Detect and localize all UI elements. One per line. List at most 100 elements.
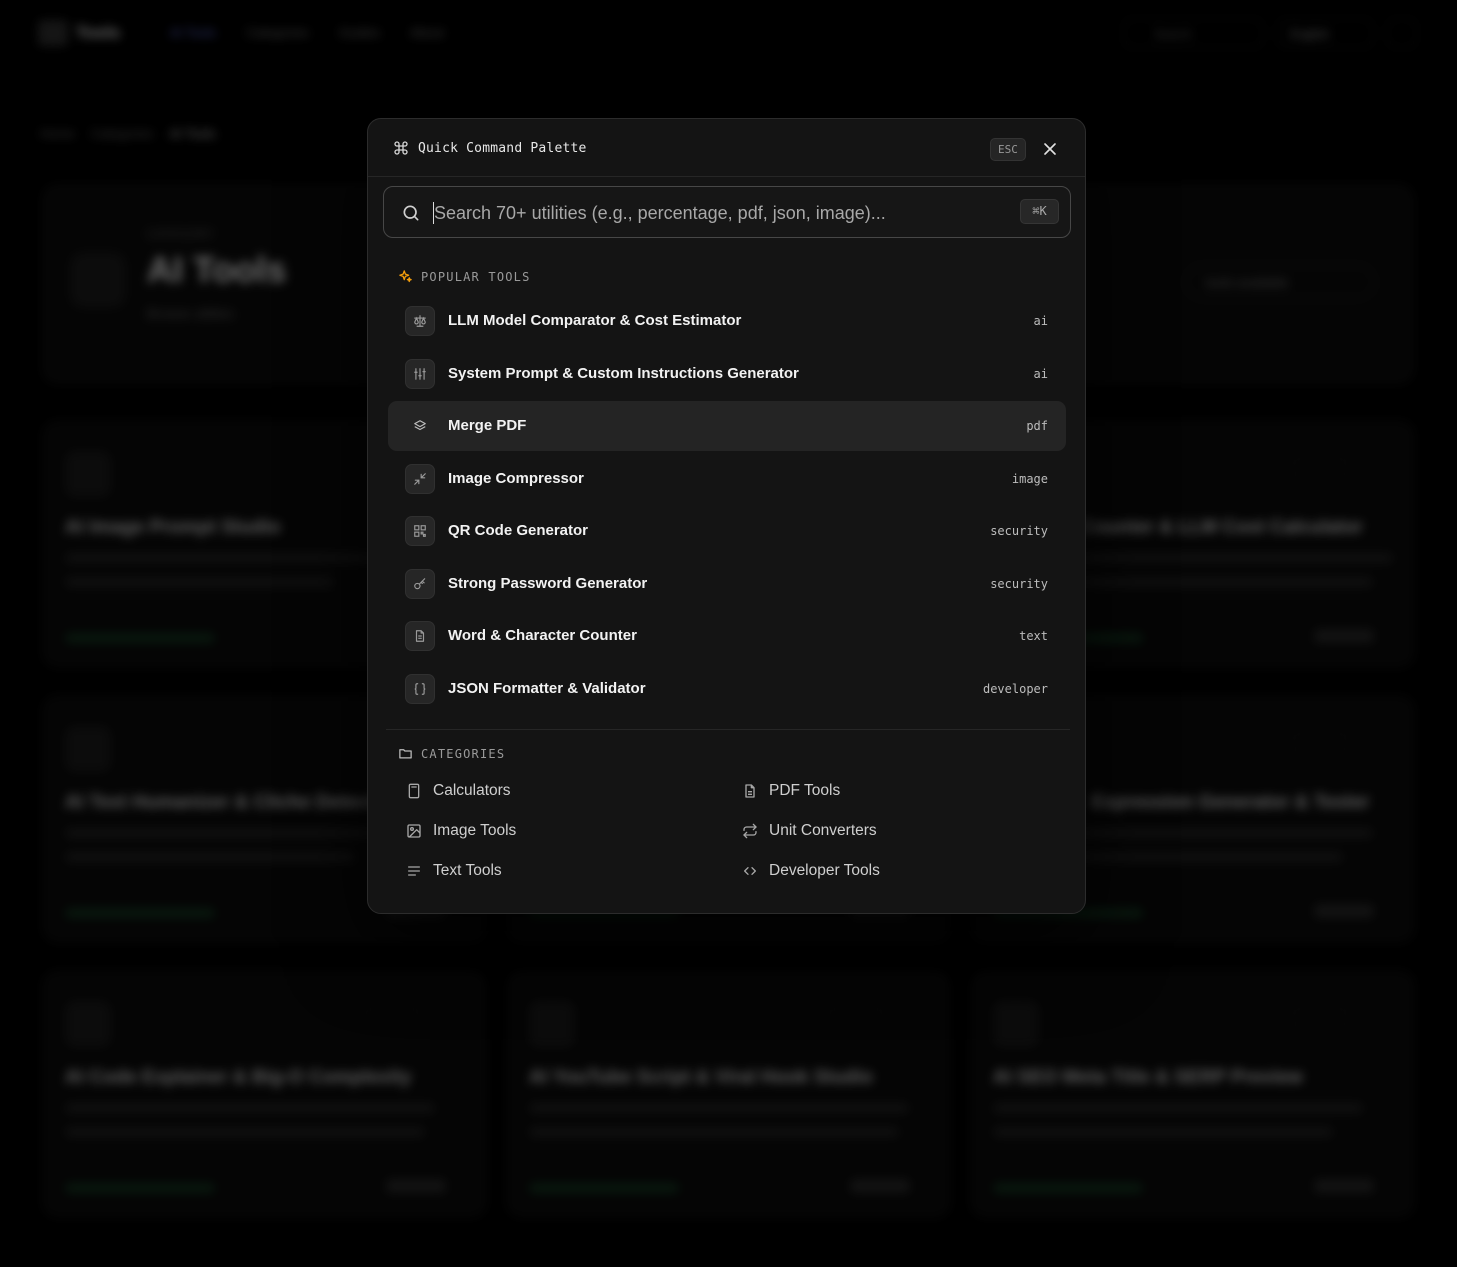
shortcut-hint: ⌘K <box>1020 199 1059 224</box>
tool-row-merge-pdf[interactable]: Merge PDF pdf <box>388 401 1066 451</box>
category-link-pdf-tools[interactable]: PDF Tools <box>742 782 840 800</box>
tool-icon-box <box>405 673 435 704</box>
tool-category: text <box>1019 629 1048 643</box>
category-label: Calculators <box>433 782 511 799</box>
qr-code-icon <box>414 525 426 537</box>
palette-header: Quick Command Palette ESC <box>368 119 1085 177</box>
tool-category: security <box>990 524 1048 538</box>
card-launch <box>1314 1179 1374 1193</box>
tool-row-llm-model-comparator[interactable]: LLM Model Comparator & Cost Estimator ai <box>388 296 1066 346</box>
card-title: AI SEO Meta Title & SERP Preview <box>993 1067 1303 1088</box>
tool-row-system-prompt-generator[interactable]: System Prompt & Custom Instructions Gene… <box>388 349 1066 399</box>
tool-name: Word & Character Counter <box>448 627 637 644</box>
tool-name: System Prompt & Custom Instructions Gene… <box>448 364 799 382</box>
breadcrumb: Home Categories AI Tools <box>40 126 216 141</box>
sliders-icon <box>414 367 426 380</box>
tools-count-pill: tools available <box>1185 265 1375 299</box>
card-icon <box>65 451 111 497</box>
card-desc-line <box>65 1127 425 1137</box>
search-input[interactable] <box>434 199 1004 227</box>
tool-name: Image Compressor <box>448 469 584 487</box>
category-link-image-tools[interactable]: Image Tools <box>406 822 516 840</box>
tool-category: ai <box>1033 366 1048 381</box>
code-icon <box>744 867 756 875</box>
card-status <box>65 1183 215 1193</box>
tool-icon-box <box>405 568 435 599</box>
palette-search-box[interactable]: ⌘K <box>383 186 1071 238</box>
category-link-unit-converters[interactable]: Unit Converters <box>742 822 877 840</box>
card-desc-line <box>65 1103 435 1113</box>
tool-icon-box <box>405 621 435 651</box>
tool-icon-box <box>405 463 435 494</box>
nav-link: About <box>410 25 445 40</box>
card-icon <box>529 1001 575 1047</box>
brand-name: Tools <box>76 23 121 42</box>
popular-tools-heading: POPULAR TOOLS <box>398 269 531 284</box>
hero-kicker: CATEGORY <box>147 227 214 241</box>
tool-name: JSON Formatter & Validator <box>448 679 646 697</box>
card-launch <box>1314 629 1374 643</box>
category-link-text-tools[interactable]: Text Tools <box>406 862 502 880</box>
category-link-developer-tools[interactable]: Developer Tools <box>742 862 880 880</box>
scale-icon <box>414 315 426 327</box>
close-icon[interactable] <box>1040 139 1060 159</box>
tool-row-word-character-counter[interactable]: Word & Character Counter text <box>388 611 1066 661</box>
card-icon <box>65 1001 111 1047</box>
tool-name: Merge PDF <box>448 417 527 434</box>
card-title: Expression Generator & Tester <box>1091 792 1370 813</box>
card-status <box>993 1183 1143 1193</box>
category-icon <box>71 253 125 307</box>
tool-name: QR Code Generator <box>448 522 589 539</box>
text-lines-icon <box>408 866 420 876</box>
top-right-controls: Search English <box>1123 18 1417 48</box>
card-desc-line <box>529 1127 899 1137</box>
sparkles-icon <box>399 270 412 283</box>
search-icon <box>403 205 419 221</box>
brand-mark-icon <box>38 20 68 46</box>
nav-link: Guides <box>338 25 381 40</box>
card-title: AI Text Humanizer & Cliche Detector <box>65 792 394 813</box>
tool-icon-box <box>405 516 435 546</box>
folder-icon <box>399 749 412 759</box>
category-link-calculators[interactable]: Calculators <box>406 782 511 800</box>
card-status <box>65 908 215 918</box>
card-tag <box>362 1007 422 1029</box>
tool-category: security <box>990 576 1048 591</box>
card-icon <box>993 1001 1039 1047</box>
card-launch <box>1314 904 1374 918</box>
key-icon <box>414 577 426 589</box>
palette-title: Quick Command Palette <box>418 141 587 156</box>
hero-subtitle: Browse utilities <box>147 306 234 321</box>
breadcrumb-item: AI Tools <box>169 126 216 141</box>
tool-card: AI Code Explainer & Big-O Complexity <box>42 970 487 1218</box>
card-status <box>65 633 215 643</box>
card-title: AI Code Explainer & Big-O Complexity <box>65 1067 412 1088</box>
nav-link: Categories <box>246 25 309 40</box>
section-divider <box>386 729 1070 730</box>
image-icon <box>407 824 421 838</box>
file-icon <box>745 784 755 798</box>
command-palette: Quick Command Palette ESC ⌘K POPULAR TOO… <box>367 118 1086 914</box>
tool-row-image-compressor[interactable]: Image Compressor image <box>388 454 1066 504</box>
calculator-icon <box>408 783 420 799</box>
minimize-icon <box>414 472 426 485</box>
breadcrumb-item: Home <box>40 126 75 141</box>
tool-card: AI YouTube Script & Viral Hook Studio <box>506 970 951 1218</box>
layers-icon <box>414 420 426 431</box>
card-desc-line <box>529 1103 909 1113</box>
tool-name: Strong Password Generator <box>448 574 648 592</box>
tool-row-json-formatter[interactable]: JSON Formatter & Validator developer <box>388 664 1066 714</box>
arrows-swap-icon <box>743 823 757 839</box>
category-label: Text Tools <box>433 862 502 879</box>
command-key-icon <box>394 141 408 155</box>
category-label: Developer Tools <box>769 862 880 879</box>
card-tag <box>1290 457 1350 479</box>
tool-icon-box <box>405 411 435 441</box>
card-launch <box>850 1179 910 1193</box>
esc-key-hint: ESC <box>990 138 1026 161</box>
tool-card: AI SEO Meta Title & SERP Preview <box>970 970 1415 1218</box>
tool-row-qr-code-generator[interactable]: QR Code Generator security <box>388 506 1066 556</box>
card-status <box>529 1183 679 1193</box>
tool-category: ai <box>1033 314 1048 328</box>
tool-row-strong-password-generator[interactable]: Strong Password Generator security <box>388 559 1066 609</box>
